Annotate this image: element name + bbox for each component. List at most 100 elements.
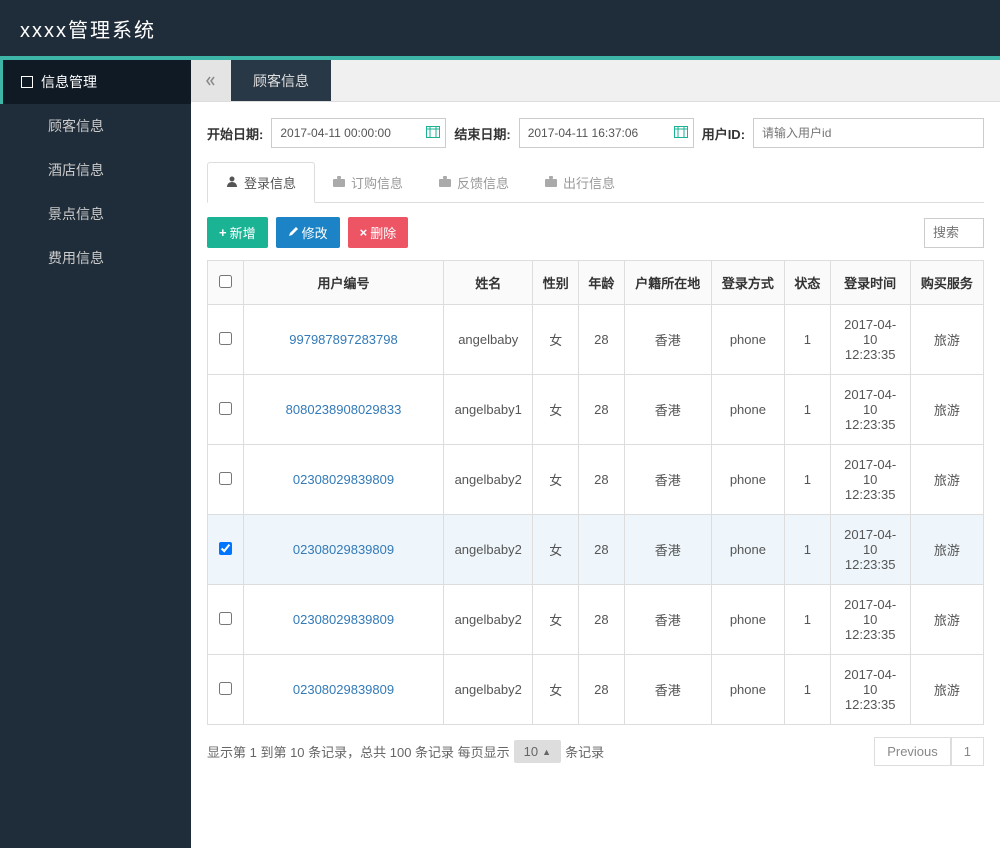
cell-method: phone bbox=[711, 445, 784, 515]
col-loc[interactable]: 户籍所在地 bbox=[624, 261, 711, 305]
col-gender[interactable]: 性别 bbox=[533, 261, 579, 305]
close-icon: × bbox=[360, 225, 368, 240]
start-date-input[interactable] bbox=[271, 118, 446, 148]
sidebar-item-hotel[interactable]: 酒店信息 bbox=[0, 148, 191, 192]
start-date-label: 开始日期: bbox=[207, 124, 263, 143]
caret-up-icon: ▲ bbox=[542, 747, 551, 757]
cell-userid[interactable]: 997987897283798 bbox=[244, 305, 444, 375]
delete-button[interactable]: × 删除 bbox=[348, 217, 409, 248]
cell-gender: 女 bbox=[533, 305, 579, 375]
breadcrumb-tab[interactable]: 顾客信息 bbox=[231, 60, 331, 101]
cell-gender: 女 bbox=[533, 655, 579, 725]
cell-loc: 香港 bbox=[624, 655, 711, 725]
briefcase-icon bbox=[333, 175, 345, 190]
cell-service: 旅游 bbox=[910, 305, 983, 375]
table-row[interactable]: 02308029839809angelbaby2女28香港phone12017-… bbox=[208, 655, 984, 725]
table-toolbar: + 新增 修改 × 删除 bbox=[207, 217, 984, 248]
row-checkbox[interactable] bbox=[219, 542, 232, 555]
data-table: 用户编号 姓名 性别 年龄 户籍所在地 登录方式 状态 登录时间 购买服务 99… bbox=[207, 260, 984, 725]
module-icon bbox=[21, 76, 33, 88]
pagination: 显示第 1 到第 10 条记录，总共 100 条记录 每页显示 10 ▲ 条记录… bbox=[207, 725, 984, 766]
cell-service: 旅游 bbox=[910, 445, 983, 515]
tab-bar: 登录信息 订购信息 反馈信息 bbox=[207, 162, 984, 203]
sidebar-item-fee[interactable]: 费用信息 bbox=[0, 236, 191, 280]
page-size-selector[interactable]: 10 ▲ bbox=[514, 740, 561, 763]
table-row[interactable]: 02308029839809angelbaby2女28香港phone12017-… bbox=[208, 515, 984, 585]
table-row[interactable]: 02308029839809angelbaby2女28香港phone12017-… bbox=[208, 445, 984, 515]
cell-name: angelbaby2 bbox=[444, 655, 533, 725]
cell-age: 28 bbox=[579, 305, 625, 375]
calendar-icon[interactable] bbox=[674, 125, 688, 141]
cell-time: 2017-04-10 12:23:35 bbox=[830, 305, 910, 375]
tab-travel[interactable]: 出行信息 bbox=[527, 162, 633, 202]
cell-method: phone bbox=[711, 585, 784, 655]
cell-name: angelbaby1 bbox=[444, 375, 533, 445]
table-row[interactable]: 02308029839809angelbaby2女28香港phone12017-… bbox=[208, 585, 984, 655]
cell-loc: 香港 bbox=[624, 305, 711, 375]
cell-method: phone bbox=[711, 305, 784, 375]
col-name[interactable]: 姓名 bbox=[444, 261, 533, 305]
col-userid[interactable]: 用户编号 bbox=[244, 261, 444, 305]
cell-service: 旅游 bbox=[910, 655, 983, 725]
sidebar: 信息管理 顾客信息 酒店信息 景点信息 费用信息 bbox=[0, 60, 191, 848]
cell-time: 2017-04-10 12:23:35 bbox=[830, 655, 910, 725]
row-checkbox[interactable] bbox=[219, 332, 232, 345]
page-1-button[interactable]: 1 bbox=[951, 737, 984, 766]
col-service[interactable]: 购买服务 bbox=[910, 261, 983, 305]
col-status[interactable]: 状态 bbox=[785, 261, 831, 305]
row-checkbox[interactable] bbox=[219, 472, 232, 485]
cell-loc: 香港 bbox=[624, 585, 711, 655]
cell-userid[interactable]: 02308029839809 bbox=[244, 655, 444, 725]
tab-feedback[interactable]: 反馈信息 bbox=[421, 162, 527, 202]
add-button[interactable]: + 新增 bbox=[207, 217, 268, 248]
pagination-info-prefix: 显示第 1 到第 10 条记录，总共 100 条记录 每页显示 bbox=[207, 742, 510, 761]
calendar-icon[interactable] bbox=[426, 125, 440, 141]
tab-order[interactable]: 订购信息 bbox=[315, 162, 421, 202]
tab-label: 订购信息 bbox=[351, 173, 403, 192]
end-date-input[interactable] bbox=[519, 118, 694, 148]
page-size-value: 10 bbox=[524, 744, 538, 759]
cell-gender: 女 bbox=[533, 515, 579, 585]
edit-button[interactable]: 修改 bbox=[276, 217, 340, 248]
cell-userid[interactable]: 02308029839809 bbox=[244, 515, 444, 585]
plus-icon: + bbox=[219, 225, 227, 240]
col-time[interactable]: 登录时间 bbox=[830, 261, 910, 305]
cell-userid[interactable]: 02308029839809 bbox=[244, 445, 444, 515]
cell-status: 1 bbox=[785, 375, 831, 445]
cell-time: 2017-04-10 12:23:35 bbox=[830, 515, 910, 585]
pagination-info-suffix: 条记录 bbox=[565, 742, 604, 761]
col-age[interactable]: 年龄 bbox=[579, 261, 625, 305]
cell-name: angelbaby2 bbox=[444, 585, 533, 655]
user-icon bbox=[226, 175, 238, 190]
cell-service: 旅游 bbox=[910, 585, 983, 655]
search-input[interactable] bbox=[924, 218, 984, 248]
cell-userid[interactable]: 8080238908029833 bbox=[244, 375, 444, 445]
edit-label: 修改 bbox=[302, 223, 328, 242]
cell-loc: 香港 bbox=[624, 375, 711, 445]
filter-row: 开始日期: 结束日期: 用户ID: bbox=[207, 118, 984, 148]
cell-age: 28 bbox=[579, 585, 625, 655]
sidebar-item-spot[interactable]: 景点信息 bbox=[0, 192, 191, 236]
cell-userid[interactable]: 02308029839809 bbox=[244, 585, 444, 655]
row-checkbox[interactable] bbox=[219, 612, 232, 625]
col-method[interactable]: 登录方式 bbox=[711, 261, 784, 305]
cell-age: 28 bbox=[579, 655, 625, 725]
row-checkbox[interactable] bbox=[219, 402, 232, 415]
sidebar-item-customer[interactable]: 顾客信息 bbox=[0, 104, 191, 148]
tab-label: 出行信息 bbox=[563, 173, 615, 192]
cell-name: angelbaby bbox=[444, 305, 533, 375]
cell-status: 1 bbox=[785, 445, 831, 515]
sidebar-section-info[interactable]: 信息管理 bbox=[0, 60, 191, 104]
user-id-input[interactable] bbox=[753, 118, 984, 148]
pencil-icon bbox=[288, 225, 299, 240]
briefcase-icon bbox=[439, 175, 451, 190]
cell-loc: 香港 bbox=[624, 445, 711, 515]
select-all-checkbox[interactable] bbox=[219, 275, 232, 288]
table-row[interactable]: 997987897283798angelbaby女28香港phone12017-… bbox=[208, 305, 984, 375]
row-checkbox[interactable] bbox=[219, 682, 232, 695]
collapse-sidebar-button[interactable] bbox=[191, 60, 231, 101]
cell-name: angelbaby2 bbox=[444, 445, 533, 515]
prev-page-button[interactable]: Previous bbox=[874, 737, 951, 766]
tab-login[interactable]: 登录信息 bbox=[207, 162, 315, 203]
table-row[interactable]: 8080238908029833angelbaby1女28香港phone1201… bbox=[208, 375, 984, 445]
